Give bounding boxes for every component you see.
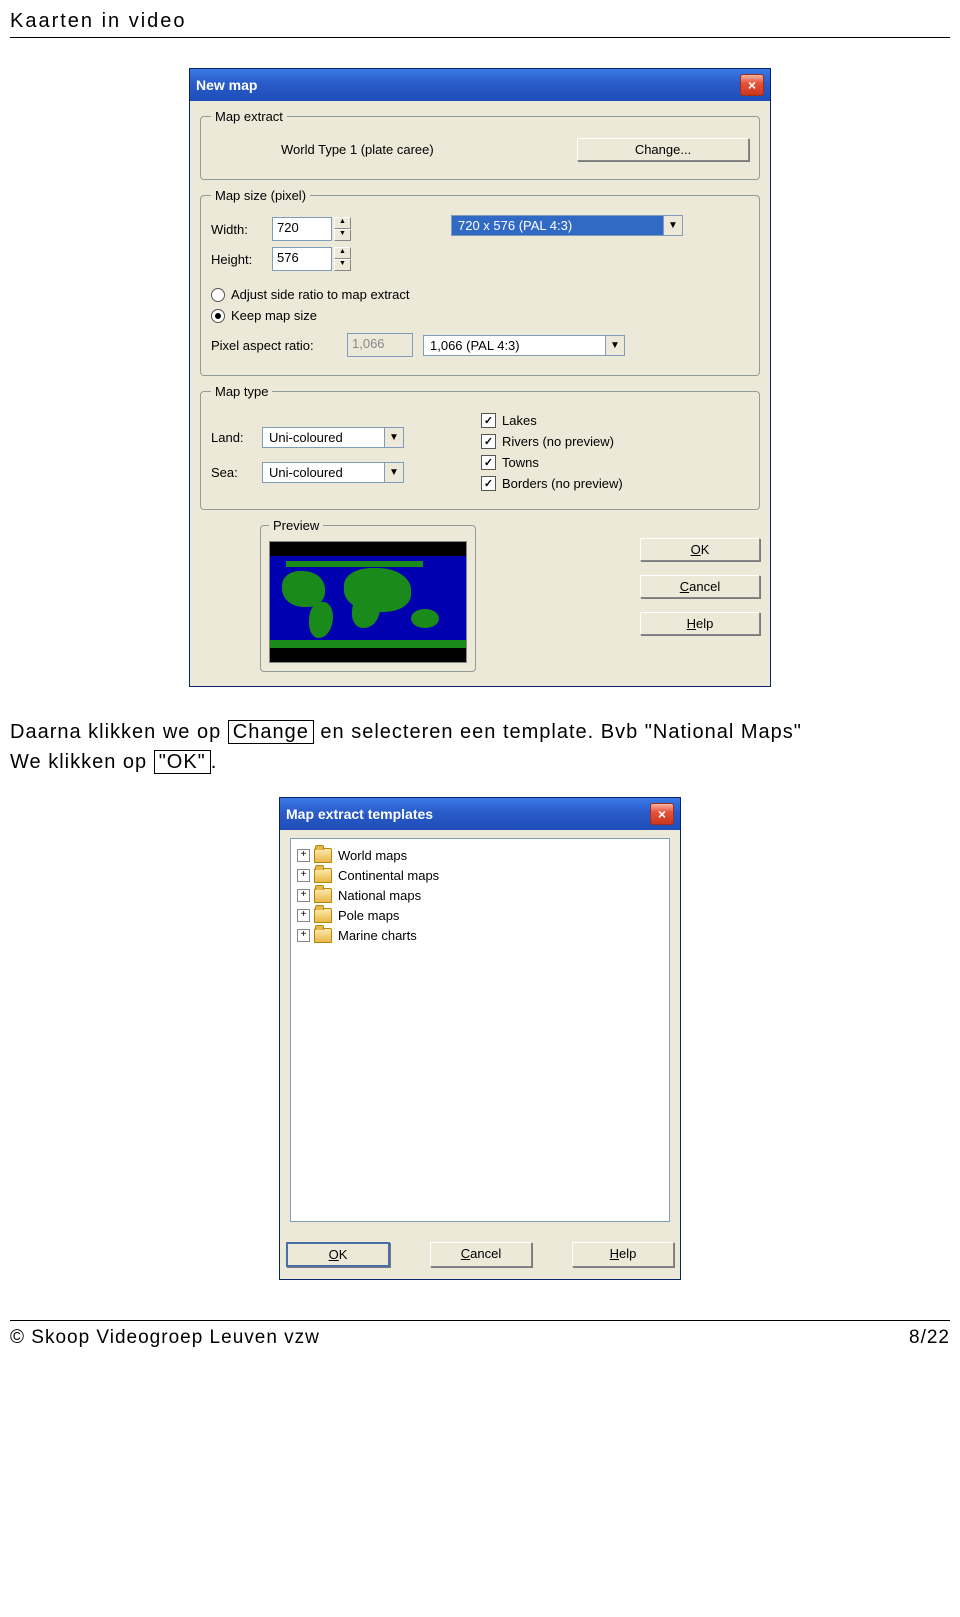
width-spinner[interactable]: 720 ▲▼ (272, 217, 351, 241)
lakes-label: Lakes (502, 413, 537, 428)
rivers-check[interactable]: ✓ (481, 434, 496, 449)
map-preview (269, 541, 467, 663)
preview-group: Preview (260, 518, 476, 672)
tree-item[interactable]: + Pole maps (297, 905, 663, 925)
keep-size-radio[interactable] (211, 309, 225, 323)
close-icon[interactable]: × (650, 803, 674, 825)
land-value: Uni-coloured (263, 428, 384, 447)
folder-icon (314, 848, 332, 863)
new-map-dialog: New map × Map extract World Type 1 (plat… (189, 68, 771, 687)
land-label: Land: (211, 430, 256, 445)
map-type-group: Map type Land: Uni-coloured ▼ Sea: (200, 384, 760, 510)
templates-tree[interactable]: + World maps + Continental maps + National … (290, 838, 670, 1222)
width-label: Width: (211, 222, 266, 237)
templates-cancel-button[interactable]: Cancel (430, 1242, 532, 1267)
height-label: Height: (211, 252, 266, 267)
preview-legend: Preview (269, 518, 323, 533)
new-map-titlebar: New map × (190, 69, 770, 101)
chevron-up-icon[interactable]: ▲ (334, 247, 351, 259)
chevron-up-icon[interactable]: ▲ (334, 217, 351, 229)
width-input[interactable]: 720 (272, 217, 332, 241)
footer-right: 8/22 (909, 1327, 950, 1349)
expand-icon[interactable]: + (297, 929, 310, 942)
sea-combo[interactable]: Uni-coloured ▼ (262, 462, 404, 483)
folder-icon (314, 868, 332, 883)
land-combo[interactable]: Uni-coloured ▼ (262, 427, 404, 448)
map-size-group: Map size (pixel) Width: 720 ▲▼ Height: (200, 188, 760, 376)
map-type-legend: Map type (211, 384, 272, 399)
adjust-ratio-radio[interactable] (211, 288, 225, 302)
sea-value: Uni-coloured (263, 463, 384, 482)
tree-label: World maps (338, 848, 407, 863)
change-button[interactable]: Change... (577, 138, 749, 161)
new-map-title: New map (196, 77, 257, 93)
chevron-down-icon[interactable]: ▼ (663, 216, 682, 235)
borders-label: Borders (no preview) (502, 476, 623, 491)
chevron-down-icon[interactable]: ▼ (334, 229, 351, 241)
expand-icon[interactable]: + (297, 909, 310, 922)
tree-item[interactable]: + Continental maps (297, 865, 663, 885)
borders-check[interactable]: ✓ (481, 476, 496, 491)
chevron-down-icon[interactable]: ▼ (334, 259, 351, 271)
lakes-check[interactable]: ✓ (481, 413, 496, 428)
height-spinner[interactable]: 576 ▲▼ (272, 247, 351, 271)
close-icon[interactable]: × (740, 74, 764, 96)
ok-button[interactable]: OK (640, 538, 760, 561)
par-label: Pixel aspect ratio: (211, 338, 341, 353)
tree-label: Pole maps (338, 908, 399, 923)
map-extract-value: World Type 1 (plate caree) (211, 142, 434, 157)
folder-icon (314, 888, 332, 903)
templates-ok-button[interactable]: OK (286, 1242, 390, 1267)
footer-left: © Skoop Videogroep Leuven vzw (10, 1327, 320, 1349)
height-input[interactable]: 576 (272, 247, 332, 271)
templates-help-button[interactable]: Help (572, 1242, 674, 1267)
folder-icon (314, 908, 332, 923)
map-size-legend: Map size (pixel) (211, 188, 310, 203)
chevron-down-icon[interactable]: ▼ (384, 463, 403, 482)
templates-title: Map extract templates (286, 806, 433, 822)
map-extract-legend: Map extract (211, 109, 287, 124)
body-paragraph: Daarna klikken we op Change en selectere… (10, 717, 950, 777)
change-ref: Change (228, 720, 314, 744)
doc-footer: © Skoop Videogroep Leuven vzw 8/22 (10, 1320, 950, 1349)
par-combo[interactable]: 1,066 (PAL 4:3) ▼ (423, 335, 625, 356)
tree-label: Marine charts (338, 928, 417, 943)
towns-label: Towns (502, 455, 539, 470)
size-preset-value: 720 x 576 (PAL 4:3) (452, 216, 663, 235)
rivers-label: Rivers (no preview) (502, 434, 614, 449)
cancel-button[interactable]: Cancel (640, 575, 760, 598)
par-input: 1,066 (347, 333, 413, 357)
expand-icon[interactable]: + (297, 889, 310, 902)
tree-item[interactable]: + Marine charts (297, 925, 663, 945)
chevron-down-icon[interactable]: ▼ (384, 428, 403, 447)
doc-header: Kaarten in video (10, 10, 950, 38)
size-preset-combo[interactable]: 720 x 576 (PAL 4:3) ▼ (451, 215, 683, 236)
ok-ref: "OK" (154, 750, 211, 774)
towns-check[interactable]: ✓ (481, 455, 496, 470)
sea-label: Sea: (211, 465, 256, 480)
tree-item[interactable]: + National maps (297, 885, 663, 905)
help-button[interactable]: Help (640, 612, 760, 635)
tree-item[interactable]: + World maps (297, 845, 663, 865)
templates-dialog: Map extract templates × + World maps + Con… (279, 797, 681, 1280)
tree-label: National maps (338, 888, 421, 903)
folder-icon (314, 928, 332, 943)
keep-size-label: Keep map size (231, 308, 317, 323)
chevron-down-icon[interactable]: ▼ (605, 336, 624, 355)
templates-titlebar: Map extract templates × (280, 798, 680, 830)
expand-icon[interactable]: + (297, 869, 310, 882)
par-combo-value: 1,066 (PAL 4:3) (424, 336, 605, 355)
map-extract-group: Map extract World Type 1 (plate caree) C… (200, 109, 760, 180)
expand-icon[interactable]: + (297, 849, 310, 862)
adjust-ratio-label: Adjust side ratio to map extract (231, 287, 409, 302)
tree-label: Continental maps (338, 868, 439, 883)
